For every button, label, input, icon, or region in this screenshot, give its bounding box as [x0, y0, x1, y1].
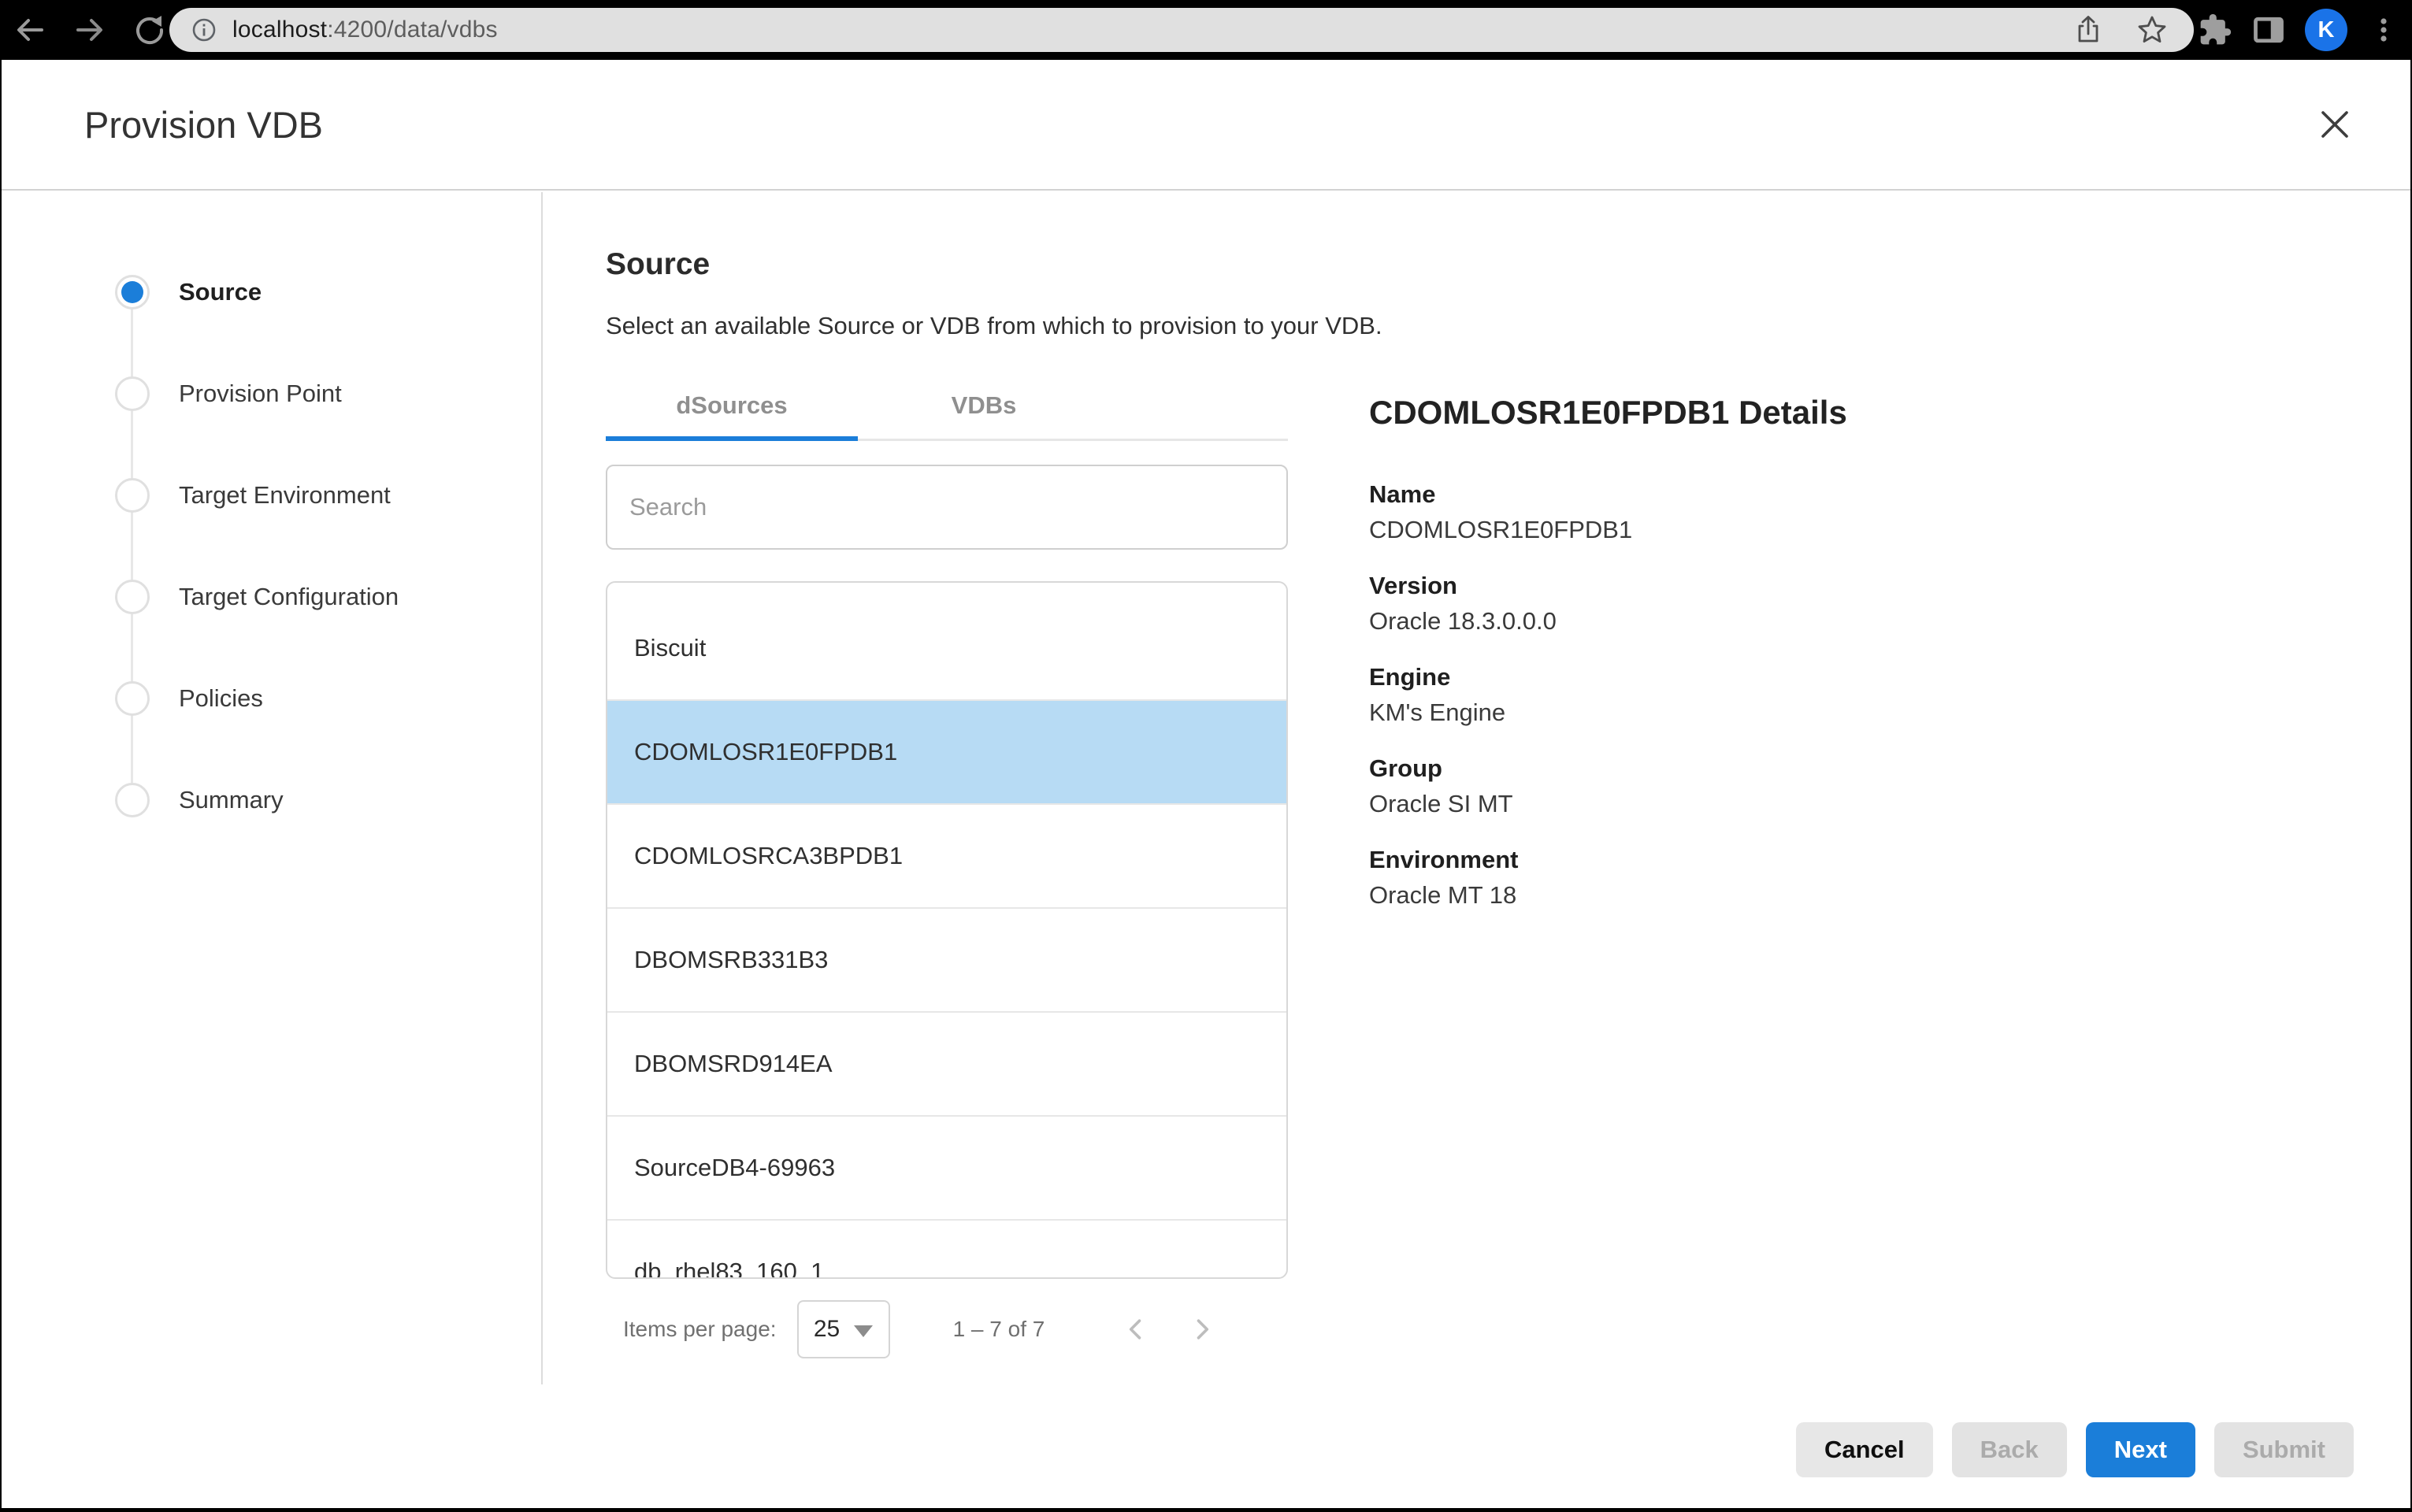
page-range-label: 1 – 7 of 7 [953, 1317, 1045, 1342]
detail-label-group: Group [1369, 751, 2275, 786]
next-page-button[interactable] [1183, 1310, 1221, 1348]
omnibox-actions [2072, 13, 2169, 46]
stepper-connector-line [131, 292, 133, 800]
stepper-item-target-environment[interactable]: Target Environment [179, 481, 391, 510]
page-description: Select an available Source or VDB from w… [606, 312, 1382, 340]
dialog-header: Provision VDB [0, 60, 2412, 191]
detail-field: Group Oracle SI MT [1369, 751, 2275, 822]
step-indicator-target-configuration[interactable] [115, 580, 150, 614]
source-tabs: dSources VDBs [606, 372, 1288, 441]
extensions-icon [2198, 13, 2232, 47]
back-button-wizard[interactable]: Back [1952, 1422, 2067, 1477]
back-icon [13, 13, 47, 47]
stepper-divider [541, 192, 543, 1384]
wizard-footer: Cancel Back Next Submit [1796, 1422, 2354, 1477]
stepper-item-policies[interactable]: Policies [179, 684, 263, 713]
info-icon[interactable] [190, 16, 218, 44]
detail-value-environment: Oracle MT 18 [1369, 877, 2275, 914]
browser-nav-buttons [13, 0, 167, 60]
url-text: localhost:4200/data/vdbs [232, 17, 2072, 43]
search-input[interactable] [607, 466, 1286, 548]
forward-button[interactable] [72, 13, 107, 47]
cancel-button[interactable]: Cancel [1796, 1422, 1933, 1477]
detail-label-environment: Environment [1369, 843, 2275, 877]
list-item[interactable]: DBOMSRD914EA [607, 1011, 1286, 1115]
page-title: Source [606, 247, 710, 282]
previous-page-button[interactable] [1117, 1310, 1155, 1348]
reload-button[interactable] [132, 13, 167, 47]
tab-vdbs[interactable]: VDBs [858, 372, 1110, 439]
paginator-nav [1117, 1310, 1221, 1348]
browser-right-controls: K [2198, 0, 2401, 60]
close-button[interactable] [2310, 99, 2360, 150]
back-button[interactable] [13, 13, 47, 47]
side-panel-icon [2251, 13, 2286, 47]
step-indicator-source[interactable] [115, 275, 150, 309]
stepper-item-source[interactable]: Source [179, 278, 262, 306]
url-path: :4200/data/vdbs [327, 17, 498, 43]
detail-field: Version Oracle 18.3.0.0.0 [1369, 569, 2275, 639]
items-per-page-select[interactable]: 25 [797, 1300, 890, 1358]
detail-field: Environment Oracle MT 18 [1369, 843, 2275, 914]
list-item-selected[interactable]: CDOMLOSR1E0FPDB1 [607, 699, 1286, 803]
stepper-item-target-configuration[interactable]: Target Configuration [179, 583, 399, 611]
address-bar[interactable]: localhost:4200/data/vdbs [169, 8, 2194, 52]
detail-field: Engine KM's Engine [1369, 660, 2275, 731]
extensions-button[interactable] [2198, 13, 2232, 47]
browser-toolbar: localhost:4200/data/vdbs K [0, 0, 2412, 60]
forward-icon [72, 13, 107, 47]
step-indicator-target-environment[interactable] [115, 478, 150, 513]
kebab-menu-icon [2368, 14, 2399, 46]
detail-label-version: Version [1369, 569, 2275, 603]
profile-initial: K [2318, 17, 2335, 43]
source-list: Biscuit CDOMLOSR1E0FPDB1 CDOMLOSRCA3BPDB… [606, 581, 1288, 1279]
next-button[interactable]: Next [2086, 1422, 2195, 1477]
close-icon [2317, 106, 2353, 143]
step-indicator-provision-point[interactable] [115, 376, 150, 411]
items-per-page-label: Items per page: [623, 1317, 777, 1342]
details-title: CDOMLOSR1E0FPDB1 Details [1369, 394, 2275, 432]
dropdown-caret-icon [854, 1325, 873, 1337]
detail-label-engine: Engine [1369, 660, 2275, 695]
list-item[interactable]: db_rhel83_160_1 [607, 1219, 1286, 1279]
stepper-item-summary[interactable]: Summary [179, 786, 284, 814]
stepper-item-provision-point[interactable]: Provision Point [179, 380, 342, 408]
url-host: localhost [232, 17, 327, 43]
list-item[interactable]: SourceDB4-69963 [607, 1115, 1286, 1219]
list-item[interactable]: CDOMLOSRCA3BPDB1 [607, 803, 1286, 907]
dialog-title: Provision VDB [84, 103, 323, 146]
submit-button[interactable]: Submit [2214, 1422, 2354, 1477]
bookmark-star-icon[interactable] [2136, 13, 2169, 46]
items-per-page-value: 25 [814, 1316, 840, 1343]
detail-field: Name CDOMLOSR1E0FPDB1 [1369, 477, 2275, 548]
side-panel-button[interactable] [2251, 13, 2286, 47]
reload-icon [132, 13, 167, 47]
browser-menu-button[interactable] [2366, 13, 2401, 47]
detail-label-name: Name [1369, 477, 2275, 512]
search-box [606, 465, 1288, 550]
paginator: Items per page: 25 1 – 7 of 7 [606, 1293, 1288, 1366]
tab-dsources[interactable]: dSources [606, 372, 858, 439]
chevron-left-icon [1122, 1314, 1150, 1345]
chevron-right-icon [1188, 1314, 1216, 1345]
profile-avatar[interactable]: K [2305, 9, 2347, 51]
details-panel: CDOMLOSR1E0FPDB1 Details Name CDOMLOSR1E… [1369, 394, 2275, 934]
detail-value-group: Oracle SI MT [1369, 786, 2275, 822]
step-indicator-policies[interactable] [115, 681, 150, 716]
list-item[interactable]: Biscuit [607, 597, 1286, 699]
detail-value-name: CDOMLOSR1E0FPDB1 [1369, 512, 2275, 548]
share-icon[interactable] [2072, 14, 2104, 46]
detail-value-engine: KM's Engine [1369, 695, 2275, 731]
list-item[interactable]: DBOMSRB331B3 [607, 907, 1286, 1011]
step-indicator-summary[interactable] [115, 783, 150, 817]
detail-value-version: Oracle 18.3.0.0.0 [1369, 603, 2275, 639]
